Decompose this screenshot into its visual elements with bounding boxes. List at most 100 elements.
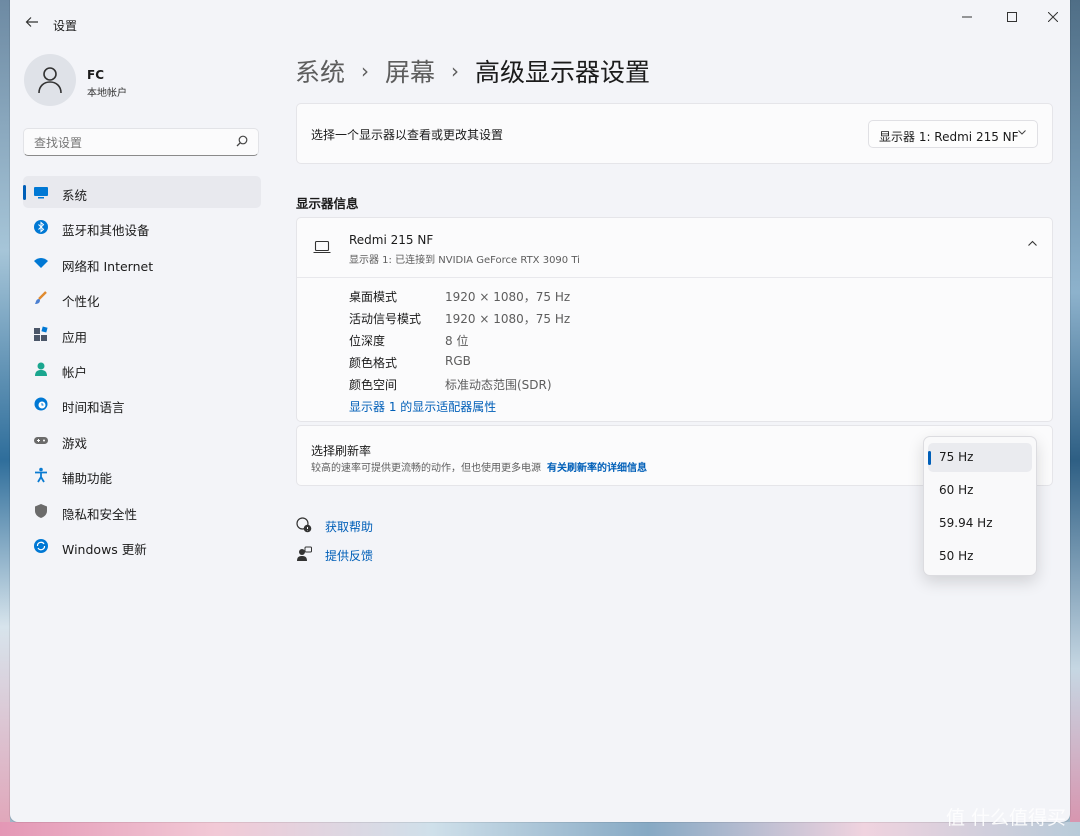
display-select-value: 显示器 1: Redmi 215 NF xyxy=(879,130,1019,144)
refresh-rate-description-text: 较高的速率可提供更流畅的动作，但也使用更多电源 xyxy=(311,463,541,474)
accessibility-icon xyxy=(35,467,47,483)
sidebar-item-label: 辅助功能 xyxy=(62,471,113,487)
sidebar-item-windows-update[interactable]: Windows 更新 xyxy=(23,530,261,562)
settings-window: 设置 FC 本地帐户 系统 蓝牙和其他设备 网络和 Internet xyxy=(10,0,1070,822)
info-value: RGB xyxy=(445,354,471,368)
option-label: 59.94 Hz xyxy=(939,516,993,530)
info-value: 8 位 xyxy=(445,334,469,348)
gamepad-icon xyxy=(34,436,48,444)
sidebar-item-label: 隐私和安全性 xyxy=(62,506,138,522)
monitor-connection: 显示器 1: 已连接到 NVIDIA GeForce RTX 3090 Ti xyxy=(349,255,580,266)
breadcrumb-display[interactable]: 屏幕 xyxy=(385,58,435,87)
option-label: 60 Hz xyxy=(939,483,974,497)
sidebar-item-label: Windows 更新 xyxy=(62,541,147,557)
sidebar-item-bluetooth[interactable]: 蓝牙和其他设备 xyxy=(23,211,261,243)
close-button[interactable] xyxy=(1035,8,1071,30)
desktop-background-bottom xyxy=(0,822,1080,836)
title-bar: 设置 xyxy=(10,0,1070,48)
sidebar-item-privacy[interactable]: 隐私和安全性 xyxy=(23,495,261,527)
sidebar-item-label: 网络和 Internet xyxy=(62,258,154,274)
desktop-background-right xyxy=(1070,0,1080,836)
chevron-down-icon xyxy=(1018,130,1026,135)
minimize-icon xyxy=(962,16,972,18)
refresh-option-75hz[interactable]: 75 Hz xyxy=(928,443,1032,472)
breadcrumb-separator: › xyxy=(451,59,460,83)
info-key: 位深度 xyxy=(349,334,386,348)
sidebar-item-system[interactable]: 系统 xyxy=(23,176,261,208)
breadcrumb-system[interactable]: 系统 xyxy=(295,58,345,87)
update-icon xyxy=(34,538,48,553)
sidebar-nav: 系统 蓝牙和其他设备 网络和 Internet 个性化 应用 帐户 时间和语言 xyxy=(23,176,261,565)
minimize-button[interactable] xyxy=(949,8,985,30)
option-label: 75 Hz xyxy=(939,450,974,464)
breadcrumb-separator: › xyxy=(361,59,370,83)
sidebar-item-accessibility[interactable]: 辅助功能 xyxy=(23,459,261,491)
display-info-card: Redmi 215 NF 显示器 1: 已连接到 NVIDIA GeForce … xyxy=(296,217,1053,422)
back-button[interactable] xyxy=(22,14,42,34)
info-key: 桌面模式 xyxy=(349,290,398,304)
refresh-option-60hz[interactable]: 60 Hz xyxy=(928,476,1032,505)
shield-icon xyxy=(35,503,47,518)
monitor-icon xyxy=(34,187,48,199)
person-icon xyxy=(35,362,47,376)
wifi-icon xyxy=(34,257,48,268)
desktop-background-left xyxy=(0,0,10,836)
display-select-dropdown[interactable]: 显示器 1: Redmi 215 NF xyxy=(868,120,1038,148)
sidebar-item-label: 帐户 xyxy=(62,364,88,380)
refresh-rate-label: 选择刷新率 xyxy=(311,444,372,458)
refresh-rate-info-link[interactable]: 有关刷新率的详细信息 xyxy=(547,463,647,474)
info-value: 1920 × 1080，75 Hz xyxy=(445,290,571,304)
sidebar-item-accounts[interactable]: 帐户 xyxy=(23,353,261,385)
user-name: FC xyxy=(87,68,105,82)
sidebar-item-time-language[interactable]: 时间和语言 xyxy=(23,388,261,420)
arrow-left-icon xyxy=(25,17,38,27)
info-key: 颜色空间 xyxy=(349,378,398,392)
display-picker-card: 选择一个显示器以查看或更改其设置 显示器 1: Redmi 215 NF xyxy=(296,103,1053,164)
search-icon xyxy=(236,135,248,147)
section-title-display-info: 显示器信息 xyxy=(296,196,359,211)
page-title: 高级显示器设置 xyxy=(475,58,651,87)
info-key: 颜色格式 xyxy=(349,356,398,370)
apps-icon xyxy=(34,326,48,341)
app-title: 设置 xyxy=(53,19,78,33)
sidebar-item-apps[interactable]: 应用 xyxy=(23,318,261,350)
sidebar-item-label: 游戏 xyxy=(62,435,88,451)
breadcrumb: 系统 › 屏幕 › 高级显示器设置 xyxy=(295,53,650,89)
help-chat-icon xyxy=(296,517,312,533)
watermark-logo: 值 什么值得买 xyxy=(945,807,1066,829)
bluetooth-icon xyxy=(34,220,48,235)
divider xyxy=(297,277,1052,278)
adapter-properties-link[interactable]: 显示器 1 的显示适配器属性 xyxy=(349,398,496,415)
avatar[interactable] xyxy=(24,54,76,106)
feedback-link[interactable]: 提供反馈 xyxy=(325,547,373,564)
sidebar-item-personalization[interactable]: 个性化 xyxy=(23,282,261,314)
sidebar-item-gaming[interactable]: 游戏 xyxy=(23,424,261,456)
person-icon xyxy=(38,67,62,94)
brush-icon xyxy=(35,291,47,305)
display-picker-label: 选择一个显示器以查看或更改其设置 xyxy=(311,128,504,142)
get-help-link[interactable]: 获取帮助 xyxy=(325,518,373,535)
sidebar-item-label: 蓝牙和其他设备 xyxy=(62,223,150,239)
chevron-up-icon[interactable] xyxy=(1027,238,1038,249)
refresh-rate-dropdown-menu: 75 Hz 60 Hz 59.94 Hz 50 Hz xyxy=(923,436,1037,576)
search-box[interactable] xyxy=(23,128,259,156)
maximize-button[interactable] xyxy=(994,8,1030,30)
refresh-rate-description: 较高的速率可提供更流畅的动作，但也使用更多电源 有关刷新率的详细信息 xyxy=(311,459,647,474)
feedback-icon xyxy=(297,546,312,561)
sidebar-item-network[interactable]: 网络和 Internet xyxy=(23,247,261,279)
laptop-icon xyxy=(313,240,331,254)
sidebar-item-label: 个性化 xyxy=(62,294,100,310)
sidebar-item-label: 系统 xyxy=(62,188,88,203)
info-value: 1920 × 1080，75 Hz xyxy=(445,312,571,326)
user-account-type: 本地帐户 xyxy=(87,88,127,99)
refresh-option-50hz[interactable]: 50 Hz xyxy=(928,542,1032,571)
monitor-name: Redmi 215 NF xyxy=(349,233,434,247)
maximize-icon xyxy=(1007,12,1017,22)
info-key: 活动信号模式 xyxy=(349,312,422,326)
info-value: 标准动态范围(SDR) xyxy=(445,378,552,392)
search-input[interactable] xyxy=(32,134,226,152)
refresh-option-59-94hz[interactable]: 59.94 Hz xyxy=(928,509,1032,538)
globe-clock-icon xyxy=(34,397,48,411)
option-label: 50 Hz xyxy=(939,549,974,563)
sidebar-item-label: 应用 xyxy=(62,329,88,345)
